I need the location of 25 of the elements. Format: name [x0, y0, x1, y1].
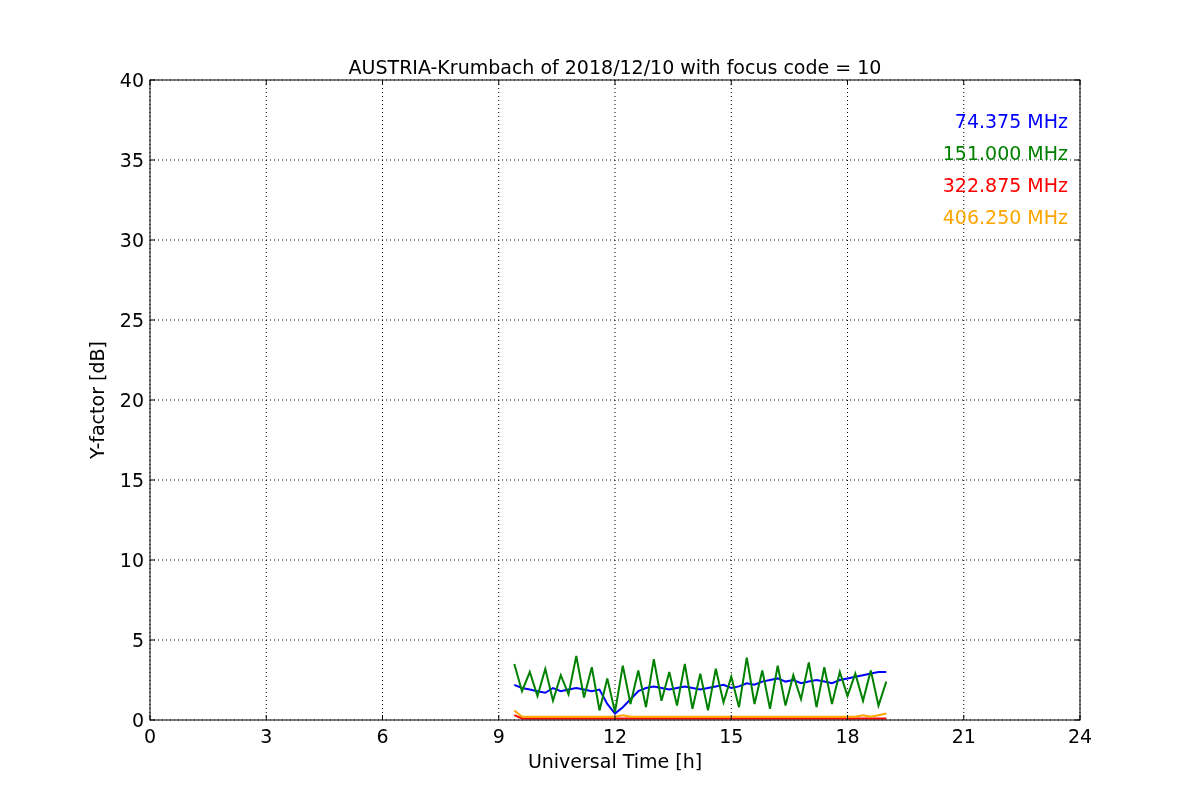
x-tick-label: 12 [602, 725, 628, 747]
x-tick-label: 3 [260, 725, 273, 747]
y-tick-label: 30 [119, 229, 144, 251]
y-tick-label: 35 [119, 149, 144, 171]
chart-title: AUSTRIA-Krumbach of 2018/12/10 with focus code = 10 [348, 56, 882, 78]
x-tick-label: 0 [143, 725, 157, 747]
legend-label: 151.000 MHz [942, 142, 1068, 164]
y-tick-label: 10 [119, 549, 144, 571]
legend-label: 406.250 MHz [942, 206, 1068, 228]
legend-label: 322.875 MHz [942, 174, 1068, 196]
x-tick-label: 18 [835, 725, 860, 747]
x-tick-label: 24 [1067, 725, 1093, 747]
y-tick-label: 40 [119, 69, 144, 91]
y-tick-label: 20 [119, 389, 144, 411]
x-tick-label: 9 [492, 725, 505, 747]
x-axis-label: Universal Time [h] [527, 750, 703, 772]
y-tick-label: 15 [119, 469, 144, 491]
x-tick-label: 21 [951, 725, 976, 747]
x-tick-label: 15 [719, 725, 744, 747]
y-axis-label: Y-factor [dB] [86, 341, 108, 459]
legend-label: 74.375 MHz [954, 110, 1068, 132]
y-tick-label: 5 [131, 629, 144, 651]
y-tick-label: 25 [119, 309, 144, 331]
y-tick-label: 0 [131, 709, 144, 731]
x-tick-label: 6 [376, 725, 389, 747]
